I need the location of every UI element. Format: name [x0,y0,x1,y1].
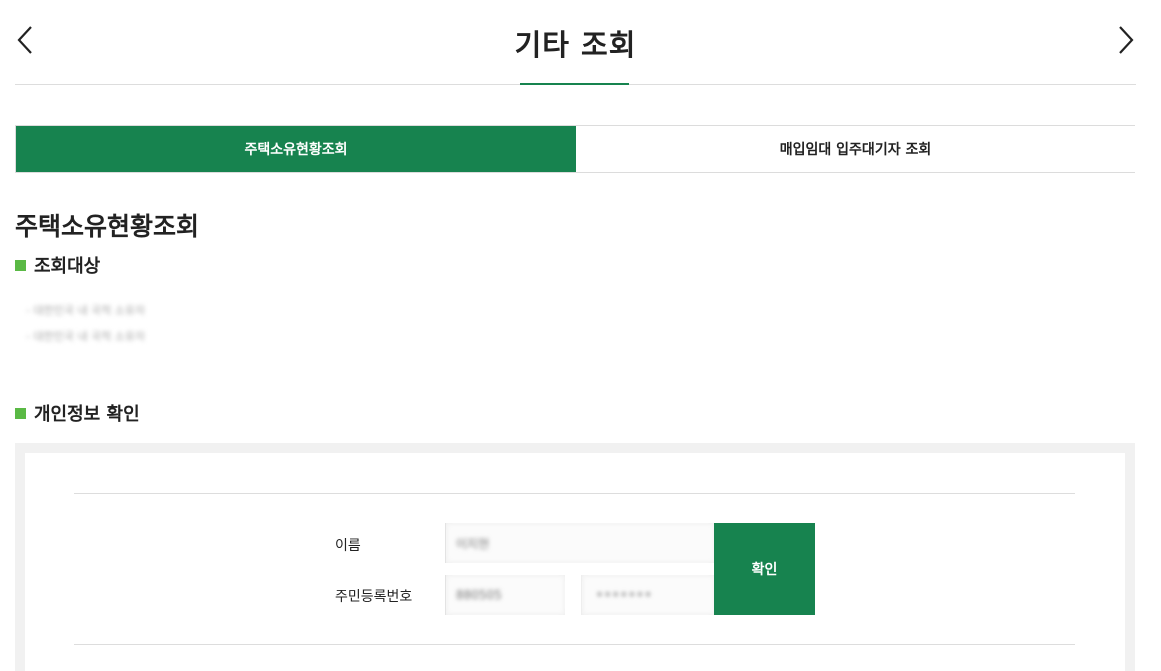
name-input[interactable]: 이지현 [445,523,715,563]
divider [74,644,1075,645]
divider [74,493,1075,494]
target-heading: 조회대상 [15,252,100,278]
title-underline [520,83,629,85]
rrn-front-input[interactable]: 880505 [445,575,565,615]
rrn-back-input[interactable]: ••••••• [581,575,715,615]
target-list: - 대한민국 내 국적 소유자 - 대한민국 내 국적 소유자 [26,298,145,350]
page-title: 기타 조회 [514,28,637,62]
list-item: - 대한민국 내 국적 소유자 [26,330,146,343]
personal-info-form: 이름 이지현 주민등록번호 880505 ••••••• 확인 [25,453,1125,671]
name-label: 이름 [335,538,361,554]
target-heading-label: 조회대상 [34,256,101,277]
section-title: 주택소유현황조회 [15,212,200,241]
rrn-front-value: 880505 [456,588,502,602]
next-button[interactable] [1111,22,1141,58]
square-bullet-icon [15,407,26,419]
tab-house-ownership[interactable]: 주택소유현황조회 [16,126,576,172]
personal-info-heading-label: 개인정보 확인 [34,404,140,425]
confirm-button[interactable]: 확인 [714,523,815,615]
square-bullet-icon [15,259,26,271]
rrn-back-value: ••••••• [596,588,653,602]
tab-bar: 주택소유현황조회 매입임대 입주대기자 조회 [15,125,1135,173]
chevron-right-icon [1119,26,1134,54]
rrn-label: 주민등록번호 [335,589,413,605]
personal-info-panel: 이름 이지현 주민등록번호 880505 ••••••• 확인 [15,443,1135,671]
list-item: - 대한민국 내 국적 소유자 [26,304,146,317]
tab-rental-waitlist[interactable]: 매입임대 입주대기자 조회 [576,126,1135,172]
page-header: 기타 조회 [15,0,1136,85]
personal-info-heading: 개인정보 확인 [15,400,140,426]
name-value: 이지현 [456,536,490,551]
